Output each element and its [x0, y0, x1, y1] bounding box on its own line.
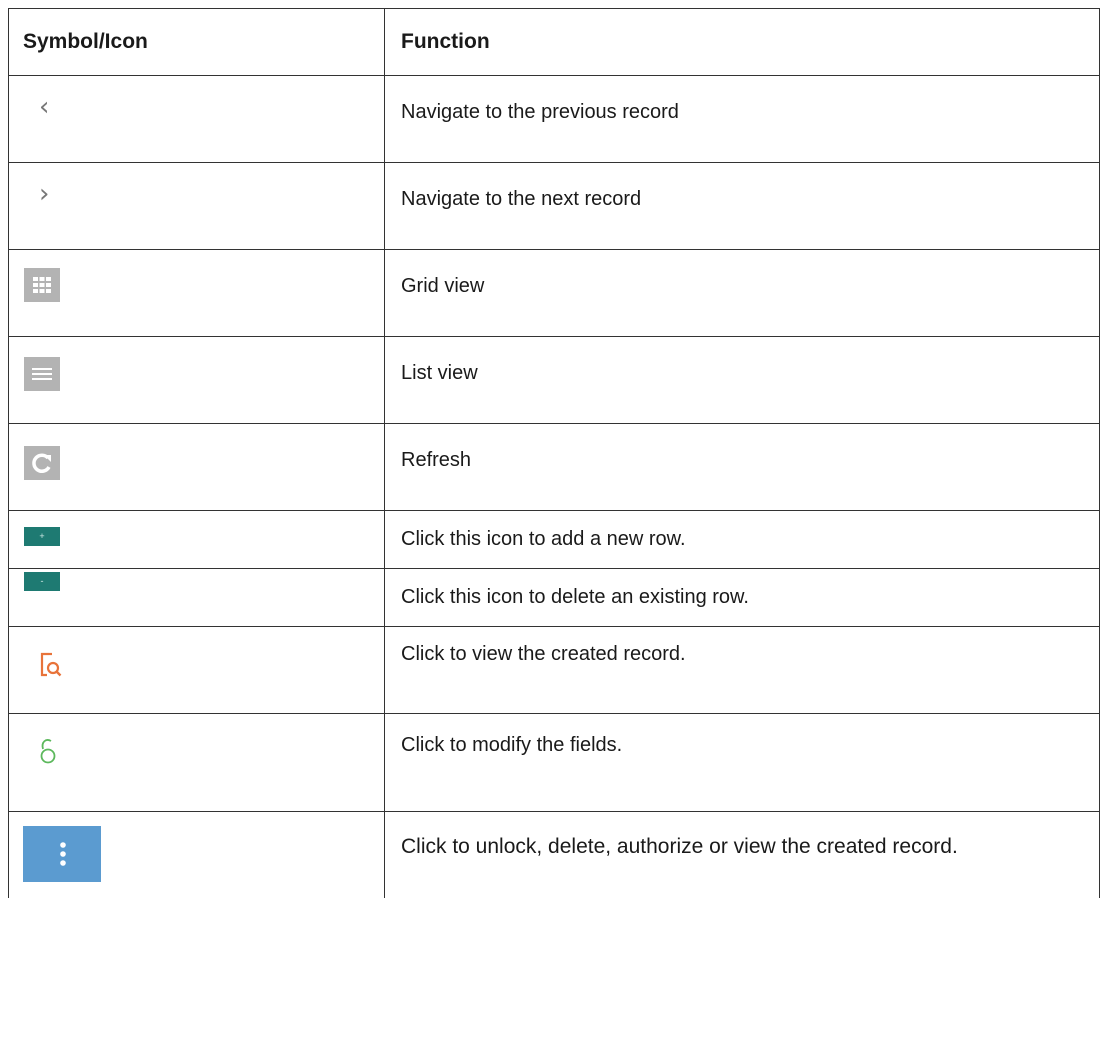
table-row: Click to modify the fields.	[8, 713, 1100, 812]
row-function-text: Navigate to the next record	[401, 188, 642, 210]
table-row: Click to view the created record.	[8, 626, 1100, 714]
row-function-text: Click to modify the fields.	[401, 734, 623, 756]
table-row: Grid view	[8, 249, 1100, 337]
table-row: List view	[8, 336, 1100, 424]
more-options-icon[interactable]	[23, 826, 101, 882]
table-row: - Click this icon to delete an existing …	[8, 568, 1100, 627]
table-row: Click to unlock, delete, authorize or vi…	[8, 811, 1100, 898]
row-function-text: Click this icon to add a new row.	[401, 528, 686, 550]
add-row-icon[interactable]: +	[24, 527, 60, 546]
unlock-modify-icon[interactable]	[38, 736, 58, 764]
row-function-text: Refresh	[401, 449, 472, 471]
table-row: + Click this icon to add a new row.	[8, 510, 1100, 569]
grid-view-icon[interactable]	[24, 268, 60, 302]
row-function-text: List view	[401, 362, 478, 384]
table-row: ‹ Navigate to the previous record	[8, 75, 1100, 163]
row-function-text: Click to view the created record.	[401, 643, 686, 665]
row-function-text: Navigate to the previous record	[401, 101, 679, 123]
chevron-left-icon[interactable]: ‹	[39, 92, 49, 122]
row-function-text: Click this icon to delete an existing ro…	[401, 586, 749, 608]
table-row: Refresh	[8, 423, 1100, 511]
refresh-icon[interactable]	[24, 446, 60, 480]
view-record-icon[interactable]	[38, 651, 64, 679]
table-header-row: Symbol/Icon Function	[8, 8, 1100, 76]
chevron-right-icon[interactable]: ›	[39, 179, 49, 209]
header-symbol: Symbol/Icon	[8, 8, 385, 76]
icon-function-table: Symbol/Icon Function ‹ Navigate to the p…	[8, 8, 1100, 898]
row-function-text: Click to unlock, delete, authorize or vi…	[401, 835, 958, 858]
delete-row-icon[interactable]: -	[24, 572, 60, 591]
list-view-icon[interactable]	[24, 357, 60, 391]
header-function: Function	[384, 8, 1100, 76]
row-function-text: Grid view	[401, 275, 485, 297]
table-row: › Navigate to the next record	[8, 162, 1100, 250]
